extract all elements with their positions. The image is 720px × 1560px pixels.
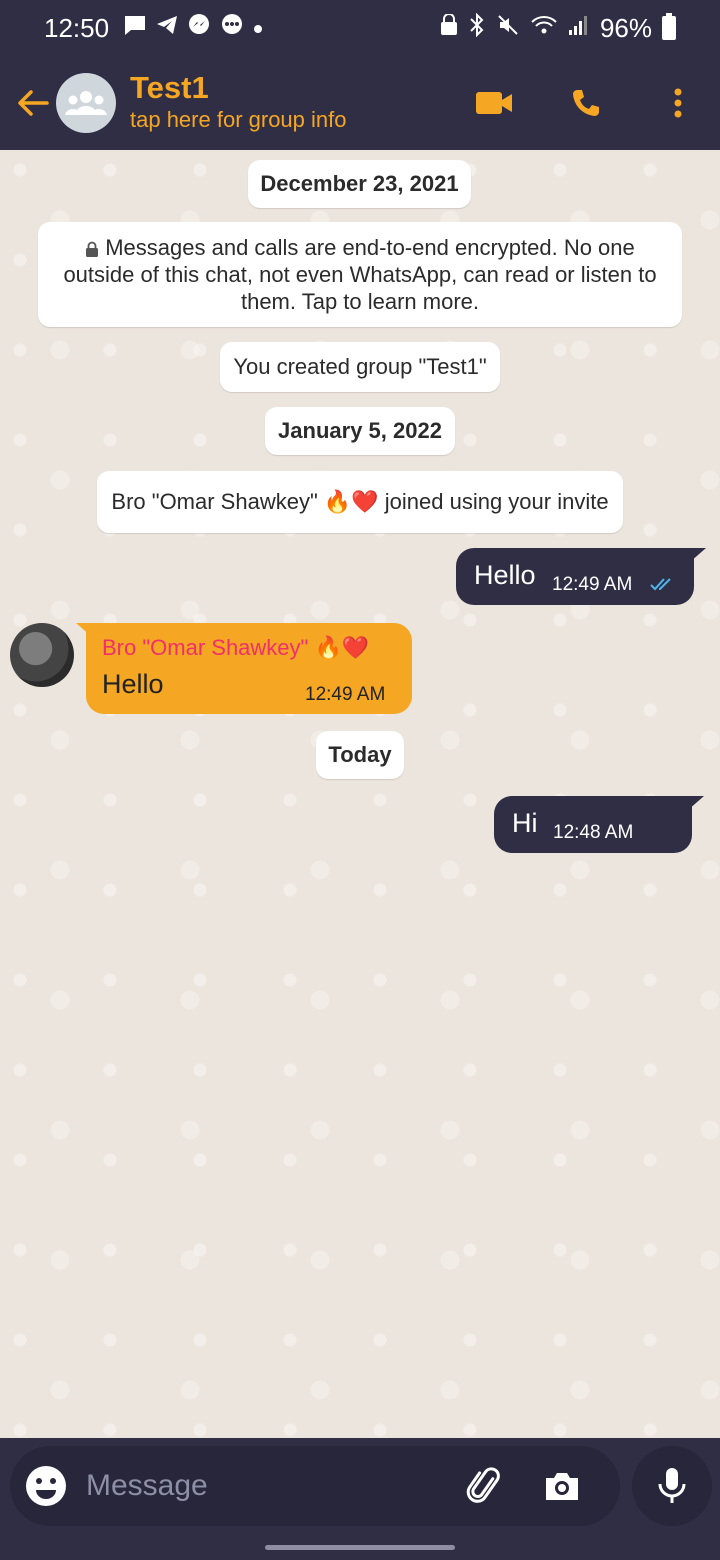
bubble-tail	[690, 548, 706, 562]
voice-call-icon[interactable]	[566, 83, 606, 123]
home-indicator[interactable]	[265, 1545, 455, 1550]
member-joined-notice: Bro "Omar Shawkey" 🔥❤️ joined using your…	[97, 471, 623, 533]
chat-messages-area[interactable]: December 23, 2021 Messages and calls are…	[0, 150, 720, 1438]
outgoing-message[interactable]: Hi 12:48 AM	[494, 796, 692, 853]
message-time: 12:49 AM	[305, 684, 386, 705]
encryption-notice[interactable]: Messages and calls are end-to-end encryp…	[38, 222, 682, 327]
message-time: 12:49 AM	[552, 574, 633, 595]
emoji-icon[interactable]	[24, 1464, 68, 1508]
date-separator: Today	[316, 731, 404, 779]
message-text: Hello	[474, 560, 536, 590]
group-avatar[interactable]	[56, 73, 116, 133]
incoming-message[interactable]: Bro "Omar Shawkey" 🔥❤️ Hello 12:49 AM	[86, 623, 412, 714]
group-icon	[65, 91, 107, 115]
chat-header: Test1 tap here for group info	[0, 56, 720, 150]
composer-bar	[0, 1438, 720, 1560]
chat-title-area[interactable]: Test1 tap here for group info	[130, 71, 346, 135]
sender-name[interactable]: Bro "Omar Shawkey" 🔥❤️	[102, 635, 369, 661]
microphone-icon	[658, 1468, 686, 1503]
wifi-icon	[530, 14, 558, 42]
mute-icon	[496, 13, 520, 43]
battery-icon	[662, 13, 676, 40]
group-created-notice: You created group "Test1"	[220, 342, 500, 392]
outgoing-message[interactable]: Hello 12:49 AM	[456, 548, 694, 605]
message-text: Hello	[102, 669, 164, 699]
status-bar: 12:50 96%	[0, 0, 720, 56]
message-time: 12:48 AM	[553, 822, 634, 843]
more-notifications-dot-icon	[253, 17, 263, 40]
message-text: Hi	[512, 808, 538, 838]
system-icons: 96%	[440, 13, 676, 44]
chat-title: Test1	[130, 70, 209, 105]
telegram-notification-icon	[155, 14, 179, 42]
chat-notification-icon	[219, 13, 245, 43]
voice-record-button[interactable]	[632, 1446, 712, 1526]
message-notification-icon	[123, 14, 147, 42]
status-time: 12:50	[44, 12, 110, 43]
bubble-tail	[688, 796, 704, 810]
read-ticks-icon	[650, 578, 671, 591]
lock-icon	[86, 241, 99, 258]
attach-icon[interactable]	[466, 1466, 506, 1506]
message-input-box[interactable]	[10, 1446, 620, 1526]
messenger-notification-icon	[187, 13, 211, 43]
notification-icons	[123, 13, 263, 43]
video-call-icon[interactable]	[474, 83, 514, 123]
more-options-icon[interactable]	[658, 83, 698, 123]
camera-icon[interactable]	[542, 1466, 582, 1506]
lock-status-icon	[440, 13, 458, 42]
date-separator: December 23, 2021	[248, 160, 471, 208]
signal-icon	[568, 14, 590, 42]
date-separator: January 5, 2022	[265, 407, 455, 455]
battery-percent: 96%	[599, 12, 652, 43]
bluetooth-icon	[468, 12, 486, 43]
message-input[interactable]	[86, 1469, 446, 1503]
back-arrow-icon[interactable]	[10, 89, 56, 117]
chat-subtitle: tap here for group info	[130, 107, 347, 132]
contact-avatar[interactable]	[10, 623, 74, 687]
encryption-notice-text: Messages and calls are end-to-end encryp…	[63, 235, 657, 314]
